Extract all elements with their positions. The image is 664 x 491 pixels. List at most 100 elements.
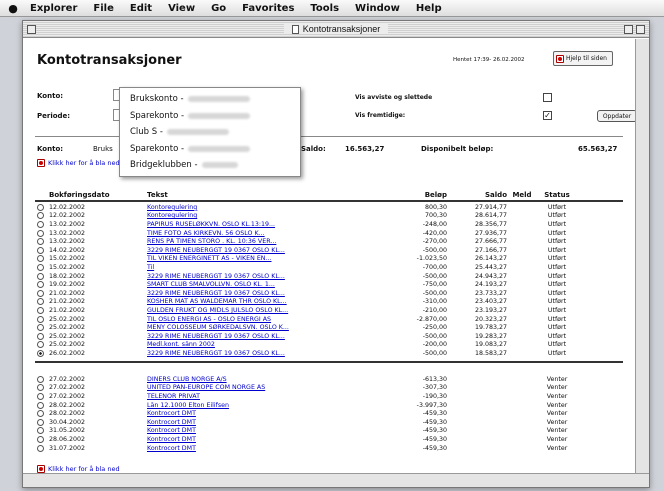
menu-help[interactable]: Help <box>408 3 450 14</box>
radio-button[interactable] <box>37 332 44 340</box>
menu-favorites[interactable]: Favorites <box>234 3 302 14</box>
radio-button[interactable] <box>37 418 44 426</box>
row-text-link[interactable]: 3229 RIME NEUBERGGT 19 0367 OSLO KL... <box>147 273 367 280</box>
row-text-link[interactable]: UNITED PAN-EUROPE COM NORGE AS <box>147 384 367 391</box>
row-radio[interactable] <box>37 392 47 400</box>
radio-button[interactable] <box>37 315 44 323</box>
radio-button[interactable] <box>37 375 44 383</box>
scroll-down-link-bottom[interactable]: Klikk her for å bla ned <box>37 465 120 473</box>
row-radio[interactable] <box>37 410 47 418</box>
row-text-link[interactable]: Kontrocort DMT <box>147 410 367 417</box>
row-text-link[interactable]: Lån 12.1000 Elton Eilifsen <box>147 402 367 409</box>
account-dropdown-menu[interactable]: Brukskonto - Sparekonto - Club S - Spare… <box>119 87 301 177</box>
row-text-link[interactable]: Kontrocort DMT <box>147 436 367 443</box>
row-radio[interactable] <box>37 435 47 443</box>
horizontal-scrollbar[interactable] <box>23 473 649 487</box>
row-text-link[interactable]: Kontoregulering <box>147 212 367 219</box>
row-radio[interactable] <box>37 401 47 409</box>
help-button[interactable]: Hjelp til siden <box>553 51 613 66</box>
row-radio[interactable] <box>37 298 47 306</box>
row-radio[interactable] <box>37 427 47 435</box>
dropdown-option[interactable]: Club S - <box>120 124 300 141</box>
menu-tools[interactable]: Tools <box>302 3 347 14</box>
row-radio[interactable] <box>37 212 47 220</box>
row-text-link[interactable]: TIL VIKEN ENERGINETT AS - VIKEN EN... <box>147 255 367 262</box>
window-titlebar[interactable]: Kontotransaksjoner <box>23 21 649 38</box>
radio-button[interactable] <box>37 341 44 349</box>
row-radio[interactable] <box>37 220 47 228</box>
menu-edit[interactable]: Edit <box>122 3 160 14</box>
row-radio[interactable] <box>37 306 47 314</box>
radio-button[interactable] <box>37 298 44 306</box>
radio-button[interactable] <box>37 289 44 297</box>
menu-window[interactable]: Window <box>347 3 408 14</box>
row-radio[interactable] <box>37 289 47 297</box>
radio-button[interactable] <box>37 392 44 400</box>
row-radio[interactable] <box>37 263 47 271</box>
row-text-link[interactable]: KOSHER MAT AS WALDEMAR THR OSLO KL... <box>147 298 367 305</box>
row-radio[interactable] <box>37 444 47 452</box>
apple-icon[interactable]: ● <box>4 2 22 15</box>
row-radio[interactable] <box>37 324 47 332</box>
row-radio[interactable] <box>37 272 47 280</box>
row-radio[interactable] <box>37 418 47 426</box>
dropdown-option[interactable]: Sparekonto - <box>120 108 300 125</box>
row-text-link[interactable]: 3229 RIME NEUBERGGT 19 0367 OSLO KL... <box>147 290 367 297</box>
vertical-scrollbar[interactable] <box>635 39 649 473</box>
radio-button[interactable] <box>37 435 44 443</box>
dropdown-option[interactable]: Bridgeklubben - <box>120 157 300 174</box>
row-text-link[interactable]: RENS PÅ TIMEN STORO . KL. 10:36 VER... <box>147 238 367 245</box>
row-radio[interactable] <box>37 255 47 263</box>
row-text-link[interactable]: GULDEN FRUKT OG MIDLS JULSLO OSLO KL... <box>147 307 367 314</box>
show-deleted-checkbox[interactable] <box>543 93 552 102</box>
radio-button[interactable] <box>37 203 44 211</box>
collapse-box-icon[interactable] <box>636 25 645 34</box>
radio-button[interactable] <box>37 401 44 409</box>
row-text-link[interactable]: TIL OSLO ENERGI AS - OSLO ENERGI AS <box>147 316 367 323</box>
row-radio[interactable] <box>37 246 47 254</box>
row-text-link[interactable]: SMART CLUB SMALVOLLVN. OSLO KL. 1... <box>147 281 367 288</box>
row-radio[interactable] <box>37 341 47 349</box>
radio-button[interactable] <box>37 444 44 452</box>
row-radio[interactable] <box>37 375 47 383</box>
header-date[interactable]: Bokføringsdato <box>47 191 147 199</box>
radio-button[interactable] <box>37 410 44 418</box>
menu-file[interactable]: File <box>85 3 121 14</box>
radio-button[interactable] <box>37 306 44 314</box>
dropdown-option[interactable]: Sparekonto - <box>120 141 300 158</box>
radio-button[interactable] <box>37 349 44 357</box>
row-text-link[interactable]: MENY COLOSSEUM SØRKEDALSVN. OSLO K... <box>147 324 367 331</box>
radio-button[interactable] <box>37 229 44 237</box>
radio-button[interactable] <box>37 427 44 435</box>
row-text-link[interactable]: DINERS CLUB NORGE A/S <box>147 376 367 383</box>
zoom-box-icon[interactable] <box>624 25 633 34</box>
row-text-link[interactable]: Kontrocort DMT <box>147 427 367 434</box>
row-radio[interactable] <box>37 332 47 340</box>
radio-button[interactable] <box>37 263 44 271</box>
radio-button[interactable] <box>37 281 44 289</box>
row-text-link[interactable]: PAPIRUS RUSELØKKVN. OSLO KL.13:19... <box>147 221 367 228</box>
row-text-link[interactable]: 3229 RIME NEUBERGGT 19 0367 OSLO KL... <box>147 333 367 340</box>
row-radio[interactable] <box>37 229 47 237</box>
row-radio[interactable] <box>37 384 47 392</box>
row-text-link[interactable]: Til <box>147 264 367 271</box>
scroll-down-link-top[interactable]: Klikk her for å bla ned <box>37 159 120 167</box>
row-radio[interactable] <box>37 238 47 246</box>
row-radio[interactable] <box>37 349 47 357</box>
row-text-link[interactable]: Kontoregulering <box>147 204 367 211</box>
row-text-link[interactable]: TELENOR PRIVAT <box>147 393 367 400</box>
radio-button[interactable] <box>37 238 44 246</box>
row-radio[interactable] <box>37 281 47 289</box>
radio-button[interactable] <box>37 324 44 332</box>
row-text-link[interactable]: Kontrocort DMT <box>147 445 367 452</box>
radio-button[interactable] <box>37 255 44 263</box>
radio-button[interactable] <box>37 384 44 392</box>
row-text-link[interactable]: Medl.kont. sånn 2002 <box>147 341 367 348</box>
update-button[interactable]: Oppdater <box>597 110 637 122</box>
close-box-icon[interactable] <box>27 25 36 34</box>
row-radio[interactable] <box>37 203 47 211</box>
radio-button[interactable] <box>37 220 44 228</box>
row-text-link[interactable]: Kontrocort DMT <box>147 419 367 426</box>
menu-go[interactable]: Go <box>203 3 234 14</box>
menu-view[interactable]: View <box>160 3 203 14</box>
